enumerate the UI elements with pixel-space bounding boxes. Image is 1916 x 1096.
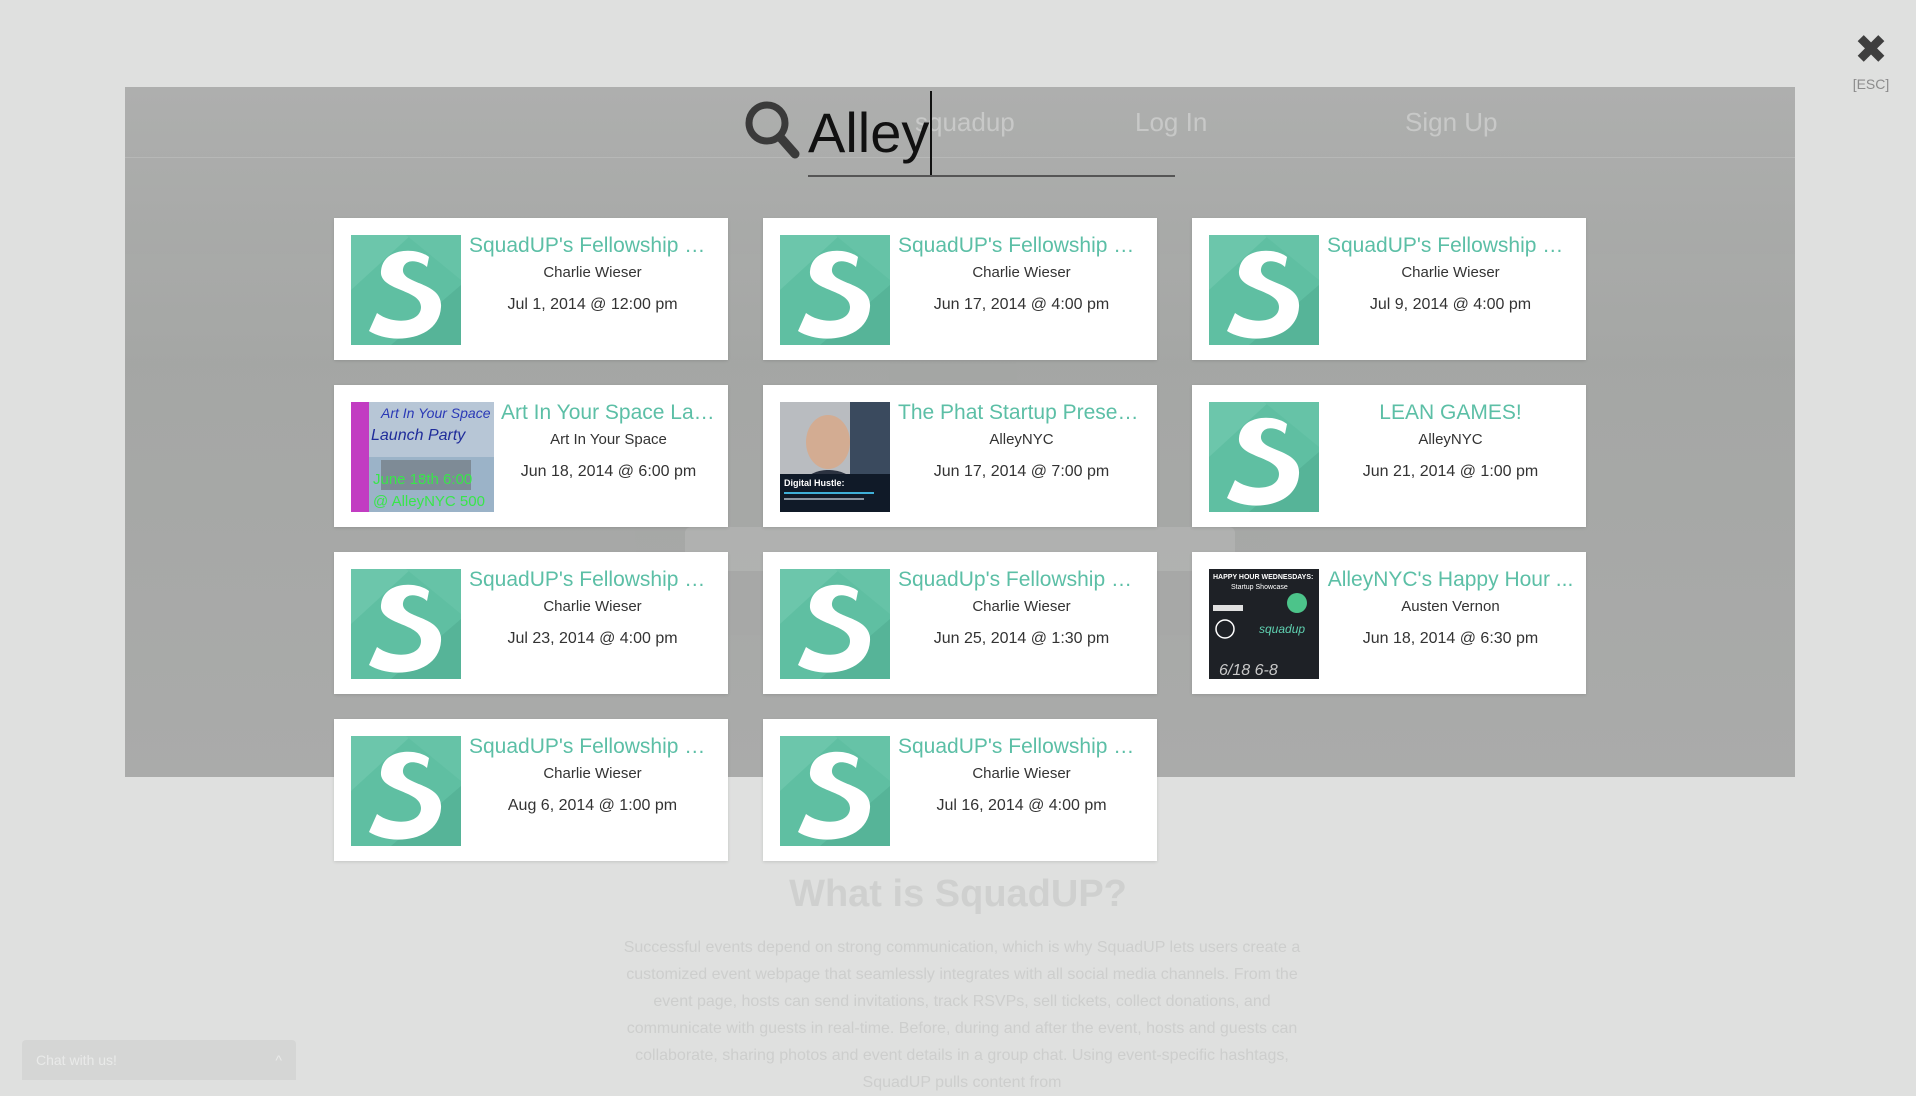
event-title[interactable]: SquadUP's Fellowship Sp... (898, 232, 1145, 260)
event-info: LEAN GAMES! AlleyNYC Jun 21, 2014 @ 1:00 p… (1327, 399, 1574, 482)
portrait-flyer-image: Digital Hustle: (780, 402, 890, 512)
result-card[interactable]: SquadUP's Fellowship Sp... Charlie Wieser… (763, 218, 1157, 360)
thumb-text: HAPPY HOUR WEDNESDAYS: (1213, 574, 1313, 581)
event-date: Jun 21, 2014 @ 1:00 pm (1362, 463, 1539, 480)
event-date: Jun 25, 2014 @ 1:30 pm (933, 630, 1110, 647)
chat-widget[interactable]: Chat with us! ^ (22, 1040, 296, 1080)
event-thumbnail (780, 736, 890, 846)
event-thumbnail (1209, 402, 1319, 512)
about-title: What is SquadUP? (789, 873, 1127, 915)
squadup-logo-icon (351, 235, 461, 345)
close-button[interactable]: ✖ [ESC] (1846, 30, 1896, 92)
event-thumbnail (351, 736, 461, 846)
event-host: Charlie Wieser (1401, 264, 1500, 281)
event-date: Aug 6, 2014 @ 1:00 pm (507, 797, 678, 814)
event-host: Charlie Wieser (972, 598, 1071, 615)
squadup-logo-icon (780, 736, 890, 846)
event-host: Charlie Wieser (543, 264, 642, 281)
text-caret (930, 91, 932, 175)
squadup-logo-icon (780, 235, 890, 345)
event-date: Jul 9, 2014 @ 4:00 pm (1369, 296, 1532, 313)
event-date: Jul 1, 2014 @ 12:00 pm (507, 296, 678, 313)
thumb-text: Launch Party (371, 427, 466, 444)
event-info: Art In Your Space Lau... Art In Your Spac… (501, 399, 716, 482)
event-date: Jun 17, 2014 @ 7:00 pm (933, 463, 1110, 480)
event-title[interactable]: Art In Your Space Lau... (501, 399, 716, 427)
event-info: SquadUP's Fellowship Sp... Charlie Wieser… (898, 733, 1145, 816)
event-info: The Phat Startup Presen... AlleyNYC Jun 17… (898, 399, 1145, 482)
about-text: Successful events depend on strong commu… (623, 939, 1301, 1091)
event-date: Jul 16, 2014 @ 4:00 pm (936, 797, 1107, 814)
result-card[interactable]: SquadUp's Fellowship Sp... Charlie Wieser… (763, 552, 1157, 694)
result-card[interactable]: Digital Hustle: The Phat Startup Presen..… (763, 385, 1157, 527)
event-title[interactable]: AlleyNYC's Happy Hour ... (1327, 566, 1574, 594)
close-icon[interactable]: ✖ (1846, 30, 1896, 70)
thumb-text: @ AlleyNYC 500 (373, 493, 485, 510)
squadup-logo-icon (351, 569, 461, 679)
thumb-text: squadup (1259, 622, 1305, 636)
event-info: SquadUP's Fellowship Sp... Charlie Wieser… (469, 566, 716, 649)
event-date: Jun 17, 2014 @ 4:00 pm (933, 296, 1110, 313)
esc-hint: [ESC] (1852, 76, 1890, 92)
thumb-text: Art In Your Space (380, 405, 491, 421)
event-thumbnail: Digital Hustle: (780, 402, 890, 512)
event-title[interactable]: SquadUp's Fellowship Sp... (898, 566, 1145, 594)
event-host: Art In Your Space (550, 431, 667, 448)
event-host: Charlie Wieser (543, 598, 642, 615)
squadup-logo-icon (780, 569, 890, 679)
event-host: AlleyNYC (1418, 431, 1483, 448)
result-card[interactable]: SquadUP's Fellowship Sp... Charlie Wieser… (334, 719, 728, 861)
event-title[interactable]: SquadUP's Fellowship Sp... (1327, 232, 1574, 260)
result-card[interactable]: LEAN GAMES! AlleyNYC Jun 21, 2014 @ 1:00 p… (1192, 385, 1586, 527)
search-input[interactable] (808, 91, 1175, 173)
event-info: SquadUP's Fellowship Sp... Charlie Wieser… (1327, 232, 1574, 315)
squadup-logo-icon (351, 736, 461, 846)
thumb-text: Startup Showcase (1231, 584, 1288, 591)
event-thumbnail (351, 569, 461, 679)
event-info: SquadUP's Fellowship Sp... Charlie Wieser… (469, 733, 716, 816)
chevron-up-icon: ^ (275, 1052, 282, 1068)
thumb-text: 6/18 6-8 (1219, 662, 1278, 679)
event-date: Jun 18, 2014 @ 6:30 pm (1362, 630, 1539, 647)
result-card[interactable]: SquadUP's Fellowship Sp... Charlie Wieser… (334, 218, 728, 360)
result-card[interactable]: SquadUP's Fellowship Sp... Charlie Wieser… (763, 719, 1157, 861)
search-field[interactable] (808, 91, 1175, 177)
event-host: Charlie Wieser (972, 264, 1071, 281)
result-card[interactable]: HAPPY HOUR WEDNESDAYS: Startup Showcase sq… (1192, 552, 1586, 694)
event-host: Charlie Wieser (972, 765, 1071, 782)
art-flyer-image: Art In Your Space Launch Party June 18th 6… (351, 402, 494, 512)
event-thumbnail: HAPPY HOUR WEDNESDAYS: Startup Showcase sq… (1209, 569, 1319, 679)
happy-hour-flyer-image: HAPPY HOUR WEDNESDAYS: Startup Showcase sq… (1209, 569, 1319, 679)
event-host: Austen Vernon (1401, 598, 1500, 615)
event-title[interactable]: SquadUP's Fellowship Sp... (469, 232, 716, 260)
event-info: SquadUP's Fellowship Sp... Charlie Wieser… (469, 232, 716, 315)
result-card[interactable]: SquadUP's Fellowship Sp... Charlie Wieser… (1192, 218, 1586, 360)
event-info: AlleyNYC's Happy Hour ... Austen Vernon Ju… (1327, 566, 1574, 649)
event-info: SquadUP's Fellowship Sp... Charlie Wieser… (898, 232, 1145, 315)
event-date: Jul 23, 2014 @ 4:00 pm (507, 630, 678, 647)
event-thumbnail (780, 235, 890, 345)
event-title[interactable]: SquadUP's Fellowship Sp... (898, 733, 1145, 761)
event-info: SquadUp's Fellowship Sp... Charlie Wieser… (898, 566, 1145, 649)
thumb-text: June 18th 6:00 (373, 471, 472, 488)
chat-label: Chat with us! (36, 1052, 117, 1068)
event-thumbnail (1209, 235, 1319, 345)
event-thumbnail: Art In Your Space Launch Party June 18th 6… (351, 402, 494, 512)
result-card[interactable]: SquadUP's Fellowship Sp... Charlie Wieser… (334, 552, 728, 694)
result-card[interactable]: Art In Your Space Launch Party June 18th 6… (334, 385, 728, 527)
squadup-logo-icon (1209, 402, 1319, 512)
event-host: Charlie Wieser (543, 765, 642, 782)
event-title[interactable]: LEAN GAMES! (1327, 399, 1574, 427)
event-host: AlleyNYC (989, 431, 1054, 448)
event-date: Jun 18, 2014 @ 6:00 pm (520, 463, 697, 480)
event-title[interactable]: SquadUP's Fellowship Sp... (469, 733, 716, 761)
thumb-text: Digital Hustle: (784, 478, 845, 488)
event-title[interactable]: SquadUP's Fellowship Sp... (469, 566, 716, 594)
background-signup-link: Sign Up (1405, 107, 1498, 137)
search-icon (745, 101, 800, 159)
event-title[interactable]: The Phat Startup Presen... (898, 399, 1145, 427)
event-thumbnail (780, 569, 890, 679)
squadup-logo-icon (1209, 235, 1319, 345)
event-thumbnail (351, 235, 461, 345)
